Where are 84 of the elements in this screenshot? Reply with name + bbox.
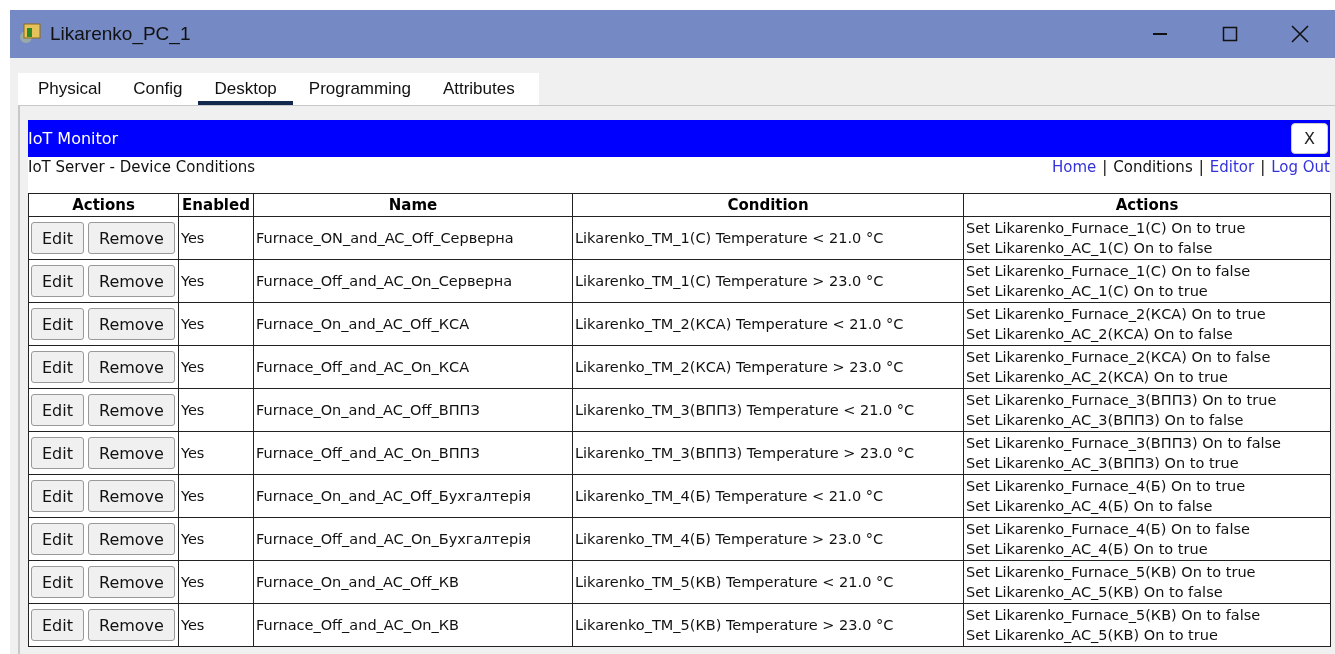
remove-button[interactable]: Remove <box>88 222 175 254</box>
table-cell: Likarenko_TM_4(Б) Temperature > 23.0 °C <box>572 517 964 561</box>
table-cell: Set Likarenko_Furnace_1(С) On to false Set Likarenko_AC_1(С) On to true <box>963 259 1331 303</box>
tab[interactable]: Physical <box>22 73 118 105</box>
close-icon <box>1291 25 1309 43</box>
remove-button[interactable]: Remove <box>88 308 175 340</box>
table-cell: Likarenko_TM_4(Б) Temperature < 21.0 °C <box>572 474 964 518</box>
edit-button[interactable]: Edit <box>31 265 84 297</box>
table-cell: Furnace_Off_and_AC_On_Бухгалтерія <box>253 517 573 561</box>
table-cell: Yes <box>178 603 254 647</box>
table-cell: Yes <box>178 431 254 475</box>
table-cell: Furnace_ON_and_AC_Off_Серверна <box>253 216 573 260</box>
table-cell: Likarenko_TM_5(КВ) Temperature < 21.0 °C <box>572 560 964 604</box>
table-cell: Likarenko_TM_3(ВППЗ) Temperature > 23.0 °C <box>572 431 964 475</box>
remove-button[interactable]: Remove <box>88 394 175 426</box>
table-cell: Yes <box>178 302 254 346</box>
nav-link[interactable]: Home <box>1051 158 1097 176</box>
remove-button[interactable]: Remove <box>88 265 175 297</box>
table-cell: Yes <box>178 474 254 518</box>
tab[interactable]: Programming <box>292 73 427 105</box>
table-cell: Furnace_Off_and_AC_On_Серверна <box>253 259 573 303</box>
edit-button[interactable]: Edit <box>31 480 84 512</box>
maximize-icon <box>1222 26 1238 42</box>
column-header: Actions <box>28 193 179 217</box>
table-cell: Yes <box>178 388 254 432</box>
table-cell: Furnace_On_and_AC_Off_Бухгалтерія <box>253 474 573 518</box>
table-cell: Set Likarenko_Furnace_1(С) On to true Set Likarenko_AC_1(С) On to false <box>963 216 1331 260</box>
table-cell: Likarenko_TM_2(КСА) Temperature > 23.0 °C <box>572 345 964 389</box>
table-cell: Furnace_Off_and_AC_On_КВ <box>253 603 573 647</box>
edit-button[interactable]: Edit <box>31 609 84 641</box>
nav-link[interactable]: Editor <box>1209 158 1255 176</box>
table-cell: Likarenko_TM_2(КСА) Temperature < 21.0 °C <box>572 302 964 346</box>
column-header: Name <box>253 193 573 217</box>
edit-button[interactable]: Edit <box>31 222 84 254</box>
table-cell: Likarenko_TM_3(ВППЗ) Temperature < 21.0 °C <box>572 388 964 432</box>
remove-button[interactable]: Remove <box>88 566 175 598</box>
tab[interactable]: Desktop <box>198 73 293 105</box>
remove-button[interactable]: Remove <box>88 351 175 383</box>
table-cell: Furnace_On_and_AC_Off_ВППЗ <box>253 388 573 432</box>
edit-button[interactable]: Edit <box>31 351 84 383</box>
table-cell: Set Likarenko_Furnace_4(Б) On to true Set Likarenko_AC_4(Б) On to false <box>963 474 1331 518</box>
column-header: Actions <box>963 193 1331 217</box>
table-cell: Furnace_On_and_AC_Off_КВ <box>253 560 573 604</box>
table-cell: Yes <box>178 517 254 561</box>
table-cell: Furnace_Off_and_AC_On_ВППЗ <box>253 431 573 475</box>
column-header: Enabled <box>178 193 254 217</box>
column-header: Condition <box>572 193 964 217</box>
remove-button[interactable]: Remove <box>88 437 175 469</box>
separator: | <box>1102 158 1108 176</box>
remove-button[interactable]: Remove <box>88 609 175 641</box>
edit-button[interactable]: Edit <box>31 566 84 598</box>
table-cell: Likarenko_TM_1(С) Temperature < 21.0 °C <box>572 216 964 260</box>
table-cell: Set Likarenko_Furnace_3(ВППЗ) On to true Set Likarenko_AC_3(ВППЗ) On to false <box>963 388 1331 432</box>
app-title: IoT Monitor <box>28 129 119 148</box>
table-cell: Set Likarenko_Furnace_5(КВ) On to false Set Likarenko_AC_5(КВ) On to true <box>963 603 1331 647</box>
table-cell: Set Likarenko_Furnace_4(Б) On to false Set Likarenko_AC_4(Б) On to true <box>963 517 1331 561</box>
edit-button[interactable]: Edit <box>31 394 84 426</box>
table-cell: Yes <box>178 259 254 303</box>
page-heading: IoT Server - Device Conditions <box>28 157 256 178</box>
table-cell: Likarenko_TM_1(С) Temperature > 23.0 °C <box>572 259 964 303</box>
nav-current: Conditions <box>1113 158 1193 176</box>
tab[interactable]: Attributes <box>426 73 531 105</box>
window-title: Likarenko_PC_1 <box>50 23 192 45</box>
table-cell: Yes <box>178 345 254 389</box>
table-cell: Set Likarenko_Furnace_5(КВ) On to true Set Likarenko_AC_5(КВ) On to false <box>963 560 1331 604</box>
separator: | <box>1260 158 1266 176</box>
remove-button[interactable]: Remove <box>88 480 175 512</box>
remove-button[interactable]: Remove <box>88 523 175 555</box>
table-cell: Yes <box>178 216 254 260</box>
table-cell: Furnace_Off_and_AC_On_КСА <box>253 345 573 389</box>
edit-button[interactable]: Edit <box>31 523 84 555</box>
table-cell: Set Likarenko_Furnace_3(ВППЗ) On to false Set Likarenko_AC_3(ВППЗ) On to true <box>963 431 1331 475</box>
table-cell: Likarenko_TM_5(КВ) Temperature > 23.0 °C <box>572 603 964 647</box>
close-button[interactable]: X <box>1291 123 1328 154</box>
table-cell: Set Likarenko_Furnace_2(КСА) On to true Set Likarenko_AC_2(КСА) On to false <box>963 302 1331 346</box>
edit-button[interactable]: Edit <box>31 437 84 469</box>
tab[interactable]: Config <box>117 73 199 105</box>
edit-button[interactable]: Edit <box>31 308 84 340</box>
minimize-icon <box>1153 33 1167 35</box>
table-cell: Furnace_On_and_AC_Off_КСА <box>253 302 573 346</box>
nav-link[interactable]: Log Out <box>1271 158 1330 176</box>
table-cell: Yes <box>178 560 254 604</box>
table-cell: Set Likarenko_Furnace_2(КСА) On to false Set Likarenko_AC_2(КСА) On to true <box>963 345 1331 389</box>
separator: | <box>1198 158 1204 176</box>
